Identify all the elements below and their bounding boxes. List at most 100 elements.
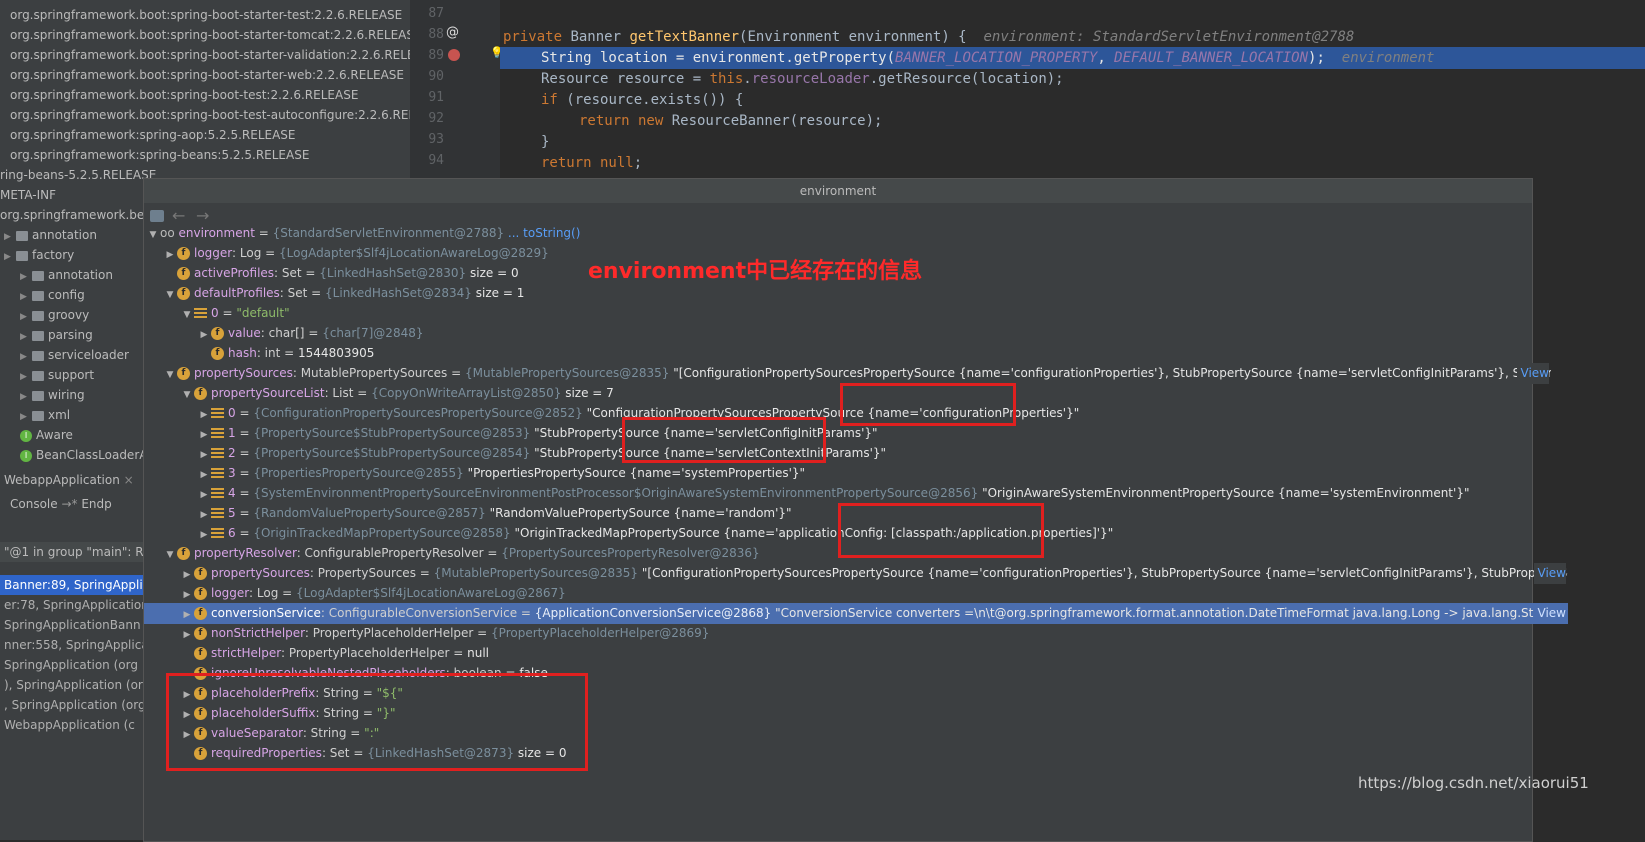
tree-item[interactable]: org.springframework.be: [0, 205, 144, 225]
variable-row[interactable]: ▶ 4 = {SystemEnvironmentPropertySourceEnv…: [144, 483, 1585, 504]
expand-arrow-icon[interactable]: ▶: [20, 287, 32, 307]
variable-row[interactable]: ▶ 1 = {PropertySource$StubPropertySource@…: [144, 423, 1585, 444]
expand-arrow-icon[interactable]: ▶: [4, 227, 16, 247]
expand-arrow-icon[interactable]: ▶: [197, 485, 211, 504]
tree-item[interactable]: org.springframework.boot:spring-boot-sta…: [0, 25, 422, 45]
variable-row[interactable]: ▶ 2 = {PropertySource$StubPropertySource@…: [144, 443, 1585, 464]
equals-sign: =: [235, 506, 254, 520]
tree-item[interactable]: ring-beans-5.2.5.RELEASE: [0, 165, 156, 185]
expand-arrow-icon[interactable]: ▶: [20, 267, 32, 287]
tree-item[interactable]: ▶ parsing: [0, 325, 93, 345]
variable-row[interactable]: ▼ f defaultProfiles: Set = {LinkedHashSet@…: [144, 283, 1551, 304]
variable-name: propertyResolver: [194, 546, 297, 560]
expand-arrow-icon[interactable]: ▶: [180, 605, 194, 624]
tree-item[interactable]: org.springframework.boot:spring-boot-sta…: [0, 45, 438, 65]
variable-row[interactable]: ▶ 3 = {PropertiesPropertySource@2855} "Pr…: [144, 463, 1585, 484]
variable-object-id: {MutablePropertySources@2835}: [433, 566, 639, 580]
expand-arrow-icon[interactable]: ▶: [4, 247, 16, 267]
code-token: );: [1308, 50, 1342, 66]
expand-arrow-icon[interactable]: ▶: [197, 505, 211, 524]
tree-item[interactable]: I BeanClassLoaderA: [0, 445, 147, 465]
variable-row[interactable]: ▶ f value: char[] = {char[7]@2848}: [144, 323, 1585, 344]
tree-item[interactable]: ▶ factory: [0, 245, 74, 265]
expand-arrow-icon[interactable]: ▶: [197, 525, 211, 544]
tree-item[interactable]: ▶ annotation: [0, 225, 97, 245]
expand-arrow-icon[interactable]: ▶: [197, 405, 211, 424]
expand-arrow-icon[interactable]: ▶: [197, 465, 211, 484]
tree-item[interactable]: I Aware: [0, 425, 73, 445]
tree-item[interactable]: META-INF: [0, 185, 56, 205]
field-icon: f: [194, 387, 207, 400]
line-number: 87: [428, 6, 444, 21]
variable-row[interactable]: f hash: int = 1544803905: [144, 343, 1585, 364]
override-icon[interactable]: @: [446, 25, 459, 40]
collapse-arrow-icon[interactable]: ▼: [163, 545, 177, 564]
expand-arrow-icon[interactable]: ▶: [180, 585, 194, 604]
equals-sign: =: [307, 286, 326, 300]
expand-arrow-icon[interactable]: ▶: [20, 407, 32, 427]
view-link[interactable]: View: [1533, 563, 1566, 584]
field-icon: f: [194, 607, 207, 620]
tree-item[interactable]: ▶ groovy: [0, 305, 89, 325]
tree-item-label: org.springframework:spring-aop:5.2.5.REL…: [10, 128, 296, 142]
expand-arrow-icon[interactable]: ▶: [197, 425, 211, 444]
highlight-box-servlet-params: [622, 417, 826, 463]
variable-row[interactable]: f strictHelper: PropertyPlaceholderHelper…: [144, 643, 1568, 664]
view-link[interactable]: View: [1533, 603, 1566, 624]
expand-arrow-icon[interactable]: ▶: [20, 327, 32, 347]
variable-row[interactable]: ▶ f nonStrictHelper: PropertyPlaceholderHe…: [144, 623, 1568, 644]
collapse-arrow-icon[interactable]: ▼: [163, 365, 177, 384]
tree-item[interactable]: ▶ wiring: [0, 385, 85, 405]
variable-type: : ConfigurableConversionService: [320, 606, 518, 620]
annotation-text: environment中已经存在的信息: [588, 259, 923, 284]
tree-item[interactable]: org.springframework.boot:spring-boot-tes…: [0, 105, 446, 125]
variable-row[interactable]: ▶ f propertySources: PropertySources = {Mu…: [144, 563, 1568, 584]
expand-arrow-icon[interactable]: ▶: [197, 445, 211, 464]
tree-item[interactable]: org.springframework.boot:spring-boot-tes…: [0, 85, 358, 105]
folder-icon: [32, 310, 44, 321]
variable-row[interactable]: ▼ oo environment = {StandardServletEnviro…: [144, 223, 1534, 244]
run-tab[interactable]: WebappApplication ×: [0, 470, 134, 490]
variable-object-id: {StandardServletEnvironment@2788}: [272, 226, 505, 240]
variable-row[interactable]: ▼ f propertySources: MutablePropertySource…: [144, 363, 1551, 384]
variable-name: value: [228, 326, 261, 340]
tree-item[interactable]: org.springframework.boot:spring-boot-sta…: [0, 5, 402, 25]
view-link[interactable]: View: [1516, 363, 1549, 384]
tree-item[interactable]: ▶ xml: [0, 405, 70, 425]
tree-item[interactable]: org.springframework.boot:spring-boot-sta…: [0, 65, 404, 85]
tree-item[interactable]: ▶ serviceloader: [0, 345, 129, 365]
collapse-arrow-icon[interactable]: ▼: [180, 385, 194, 404]
tree-item[interactable]: org.springframework:spring-aop:5.2.5.REL…: [0, 125, 296, 145]
tree-item[interactable]: org.springframework:spring-beans:5.2.5.R…: [0, 145, 309, 165]
folder-icon: [32, 390, 44, 401]
collapse-arrow-icon[interactable]: ▼: [180, 305, 194, 324]
expand-arrow-icon[interactable]: ▶: [197, 325, 211, 344]
collapse-arrow-icon[interactable]: ▼: [163, 285, 177, 304]
code-editor[interactable]: 87 88 89 90 91 92 93 94 @ 💡 private Banner getTex…: [410, 0, 1645, 178]
expand-arrow-icon[interactable]: ▶: [180, 565, 194, 584]
variable-value: "ConversionService converters =\n\t@org.…: [775, 606, 1568, 620]
breakpoint-icon[interactable]: [448, 49, 460, 61]
close-icon[interactable]: ×: [120, 473, 134, 487]
tree-item[interactable]: ▶ annotation: [0, 265, 113, 285]
code-token: return null: [541, 155, 634, 171]
expand-arrow-icon[interactable]: ▶: [20, 387, 32, 407]
variable-row[interactable]: ▶ f conversionService: ConfigurableConvers…: [144, 603, 1568, 624]
stack-frame-label: , SpringApplication (org: [4, 698, 146, 712]
tree-item[interactable]: ▶ support: [0, 365, 94, 385]
variable-object-id: {char[7]@2848}: [322, 326, 424, 340]
variable-row[interactable]: ▶ f logger: Log = {LogAdapter$Slf4jLocatio…: [144, 583, 1568, 604]
expand-arrow-icon[interactable]: ▶: [163, 245, 177, 264]
collapse-arrow-icon[interactable]: ▼: [146, 225, 160, 244]
console-tab[interactable]: Console: [10, 497, 58, 511]
expand-arrow-icon[interactable]: ▶: [20, 367, 32, 387]
expand-arrow-icon[interactable]: ▶: [20, 347, 32, 367]
code-token: return new: [579, 113, 672, 129]
tree-item[interactable]: ▶ config: [0, 285, 85, 305]
expand-arrow-icon[interactable]: ▶: [20, 307, 32, 327]
expand-arrow-icon[interactable]: ▶: [180, 625, 194, 644]
variable-row[interactable]: ▼ 0 = "default": [144, 303, 1568, 324]
hierarchy-icon[interactable]: [150, 210, 164, 222]
endpoints-tab[interactable]: Endp: [81, 497, 111, 511]
tostring-link[interactable]: ... toString(): [504, 226, 580, 240]
